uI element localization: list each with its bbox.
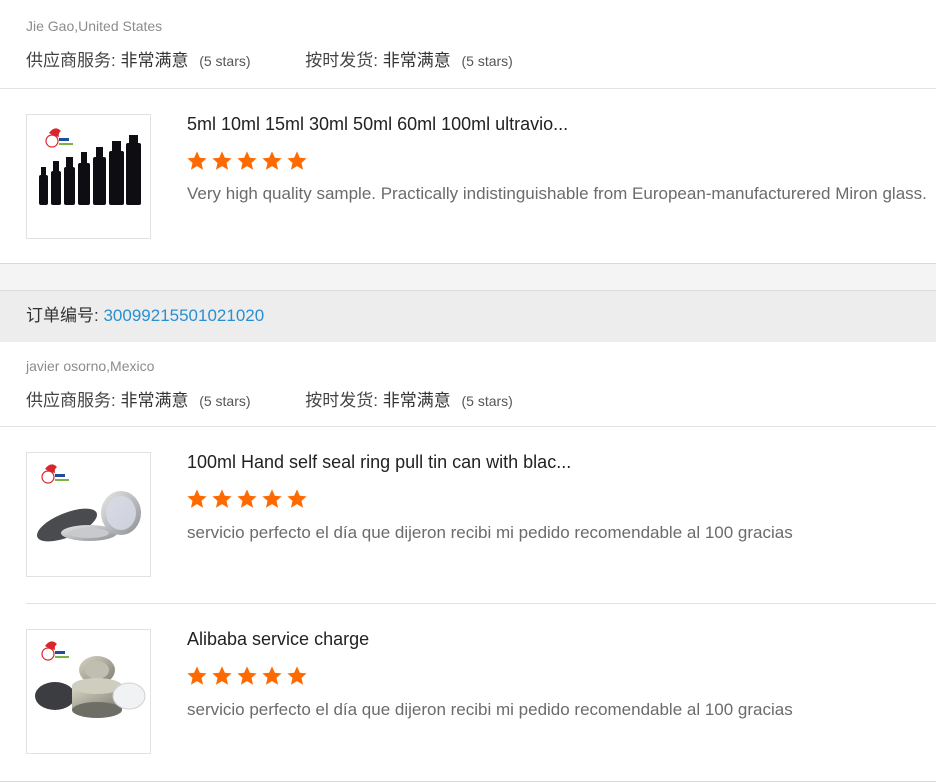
- product-thumbnail[interactable]: [26, 114, 151, 239]
- star-rating: [186, 488, 308, 510]
- review-comment: servicio perfecto el día que dijeron rec…: [187, 523, 793, 542]
- review-comment: servicio perfecto el día que dijeron rec…: [187, 700, 793, 719]
- on-time-stars: (5 stars): [461, 393, 513, 409]
- supplier-service-label: 供应商服务:: [26, 391, 116, 410]
- star-icon: [262, 489, 282, 508]
- star-rating: [186, 150, 308, 172]
- star-icon: [262, 666, 282, 685]
- buyer-name: javier osorno,Mexico: [26, 358, 155, 374]
- star-icon: [287, 151, 307, 170]
- order-number-label: 订单编号:: [26, 306, 99, 325]
- supplier-service-stars: (5 stars): [199, 53, 251, 69]
- on-time-label: 按时发货:: [305, 391, 379, 410]
- divider: [0, 88, 936, 89]
- brand-logo: [41, 641, 69, 661]
- ratings-row: 供应商服务: 非常满意 (5 stars) 按时发货: 非常满意 (5 star…: [26, 46, 513, 71]
- on-time-value: 非常满意: [382, 51, 451, 70]
- star-icon: [187, 151, 207, 170]
- on-time-delivery-rating: 按时发货: 非常满意 (5 stars): [305, 386, 513, 411]
- star-icon: [187, 666, 207, 685]
- supplier-service-stars: (5 stars): [199, 393, 251, 409]
- order-number-bar: 订单编号: 30099215501021020: [0, 290, 936, 342]
- divider: [26, 603, 936, 604]
- on-time-stars: (5 stars): [461, 53, 513, 69]
- divider: [0, 426, 936, 427]
- review-card: javier osorno,Mexico 供应商服务: 非常满意 (5 star…: [0, 342, 936, 782]
- star-icon: [287, 666, 307, 685]
- brand-logo: [41, 464, 69, 484]
- star-icon: [287, 489, 307, 508]
- product-thumbnail[interactable]: [26, 629, 151, 754]
- on-time-value: 非常满意: [382, 391, 451, 410]
- star-icon: [262, 151, 282, 170]
- supplier-service-value: 非常满意: [120, 51, 189, 70]
- supplier-service-label: 供应商服务:: [26, 51, 116, 70]
- buyer-name: Jie Gao,United States: [26, 18, 163, 34]
- product-title[interactable]: Alibaba service charge: [187, 629, 369, 650]
- supplier-service-value: 非常满意: [120, 391, 189, 410]
- star-rating: [186, 665, 308, 687]
- product-title[interactable]: 5ml 10ml 15ml 30ml 50ml 60ml 100ml ultra…: [187, 114, 568, 135]
- on-time-delivery-rating: 按时发货: 非常满意 (5 stars): [305, 46, 513, 71]
- review-comment: Very high quality sample. Practically in…: [187, 184, 927, 203]
- on-time-label: 按时发货:: [305, 51, 379, 70]
- star-icon: [237, 489, 257, 508]
- star-icon: [212, 666, 232, 685]
- brand-logo: [45, 128, 73, 148]
- star-icon: [187, 489, 207, 508]
- star-icon: [237, 666, 257, 685]
- ratings-row: 供应商服务: 非常满意 (5 stars) 按时发货: 非常满意 (5 star…: [26, 386, 513, 411]
- star-icon: [237, 151, 257, 170]
- supplier-service-rating: 供应商服务: 非常满意 (5 stars): [26, 386, 251, 411]
- star-icon: [212, 151, 232, 170]
- product-thumbnail[interactable]: [26, 452, 151, 577]
- review-card: Jie Gao,United States 供应商服务: 非常满意 (5 sta…: [0, 0, 936, 264]
- order-number-link[interactable]: 30099215501021020: [103, 306, 264, 325]
- supplier-service-rating: 供应商服务: 非常满意 (5 stars): [26, 46, 251, 71]
- product-title[interactable]: 100ml Hand self seal ring pull tin can w…: [187, 452, 571, 473]
- star-icon: [212, 489, 232, 508]
